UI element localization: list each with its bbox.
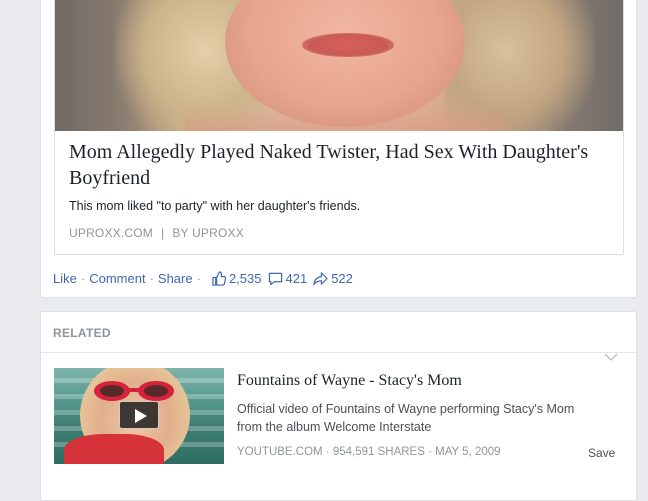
like-link[interactable]: Like xyxy=(53,271,77,286)
separator-dot: · xyxy=(80,271,86,286)
article-description: This mom liked "to party" with her daugh… xyxy=(69,199,361,213)
source-author: BY UPROXX xyxy=(172,226,244,240)
related-card: RELATED Fountains of Wayne - Stacy's Mom… xyxy=(40,311,637,501)
related-description: Official video of Fountains of Wayne per… xyxy=(237,402,575,434)
shares-stat[interactable]: 522 xyxy=(313,271,353,286)
related-meta: YOUTUBE.COM · 954,591 SHARES · MAY 5, 20… xyxy=(237,446,501,458)
save-button[interactable]: Save xyxy=(588,446,615,460)
likes-count: 2,535 xyxy=(228,271,262,286)
article-photo[interactable] xyxy=(55,0,623,131)
post-actions: Like · Comment · Share · 2,535 421 522 xyxy=(53,271,353,286)
chevron-down-icon[interactable] xyxy=(604,352,618,362)
source-separator: | xyxy=(161,226,165,240)
video-thumbnail[interactable] xyxy=(54,368,224,464)
comments-stat[interactable]: 421 xyxy=(268,271,308,286)
likes-stat[interactable]: 2,535 xyxy=(211,271,262,286)
source-domain: UPROXX.COM xyxy=(69,226,154,240)
related-heading: RELATED xyxy=(53,326,111,340)
article-headline[interactable]: Mom Allegedly Played Naked Twister, Had … xyxy=(69,139,609,191)
separator-dot: · xyxy=(196,271,201,286)
related-title[interactable]: Fountains of Wayne - Stacy's Mom xyxy=(237,372,462,390)
thumbs-up-icon xyxy=(212,271,226,286)
link-preview[interactable]: Mom Allegedly Played Naked Twister, Had … xyxy=(54,0,624,255)
post-card: Mom Allegedly Played Naked Twister, Had … xyxy=(40,0,637,298)
comment-link[interactable]: Comment xyxy=(89,271,145,286)
share-arrow-icon xyxy=(313,272,328,286)
separator-dot: · xyxy=(149,271,154,286)
play-icon[interactable] xyxy=(119,401,159,429)
article-source: UPROXX.COM | BY UPROXX xyxy=(69,226,244,240)
divider xyxy=(41,352,636,353)
share-link[interactable]: Share xyxy=(158,271,193,286)
comments-count: 421 xyxy=(285,271,308,286)
comment-icon xyxy=(268,272,282,286)
shares-count: 522 xyxy=(331,271,353,286)
